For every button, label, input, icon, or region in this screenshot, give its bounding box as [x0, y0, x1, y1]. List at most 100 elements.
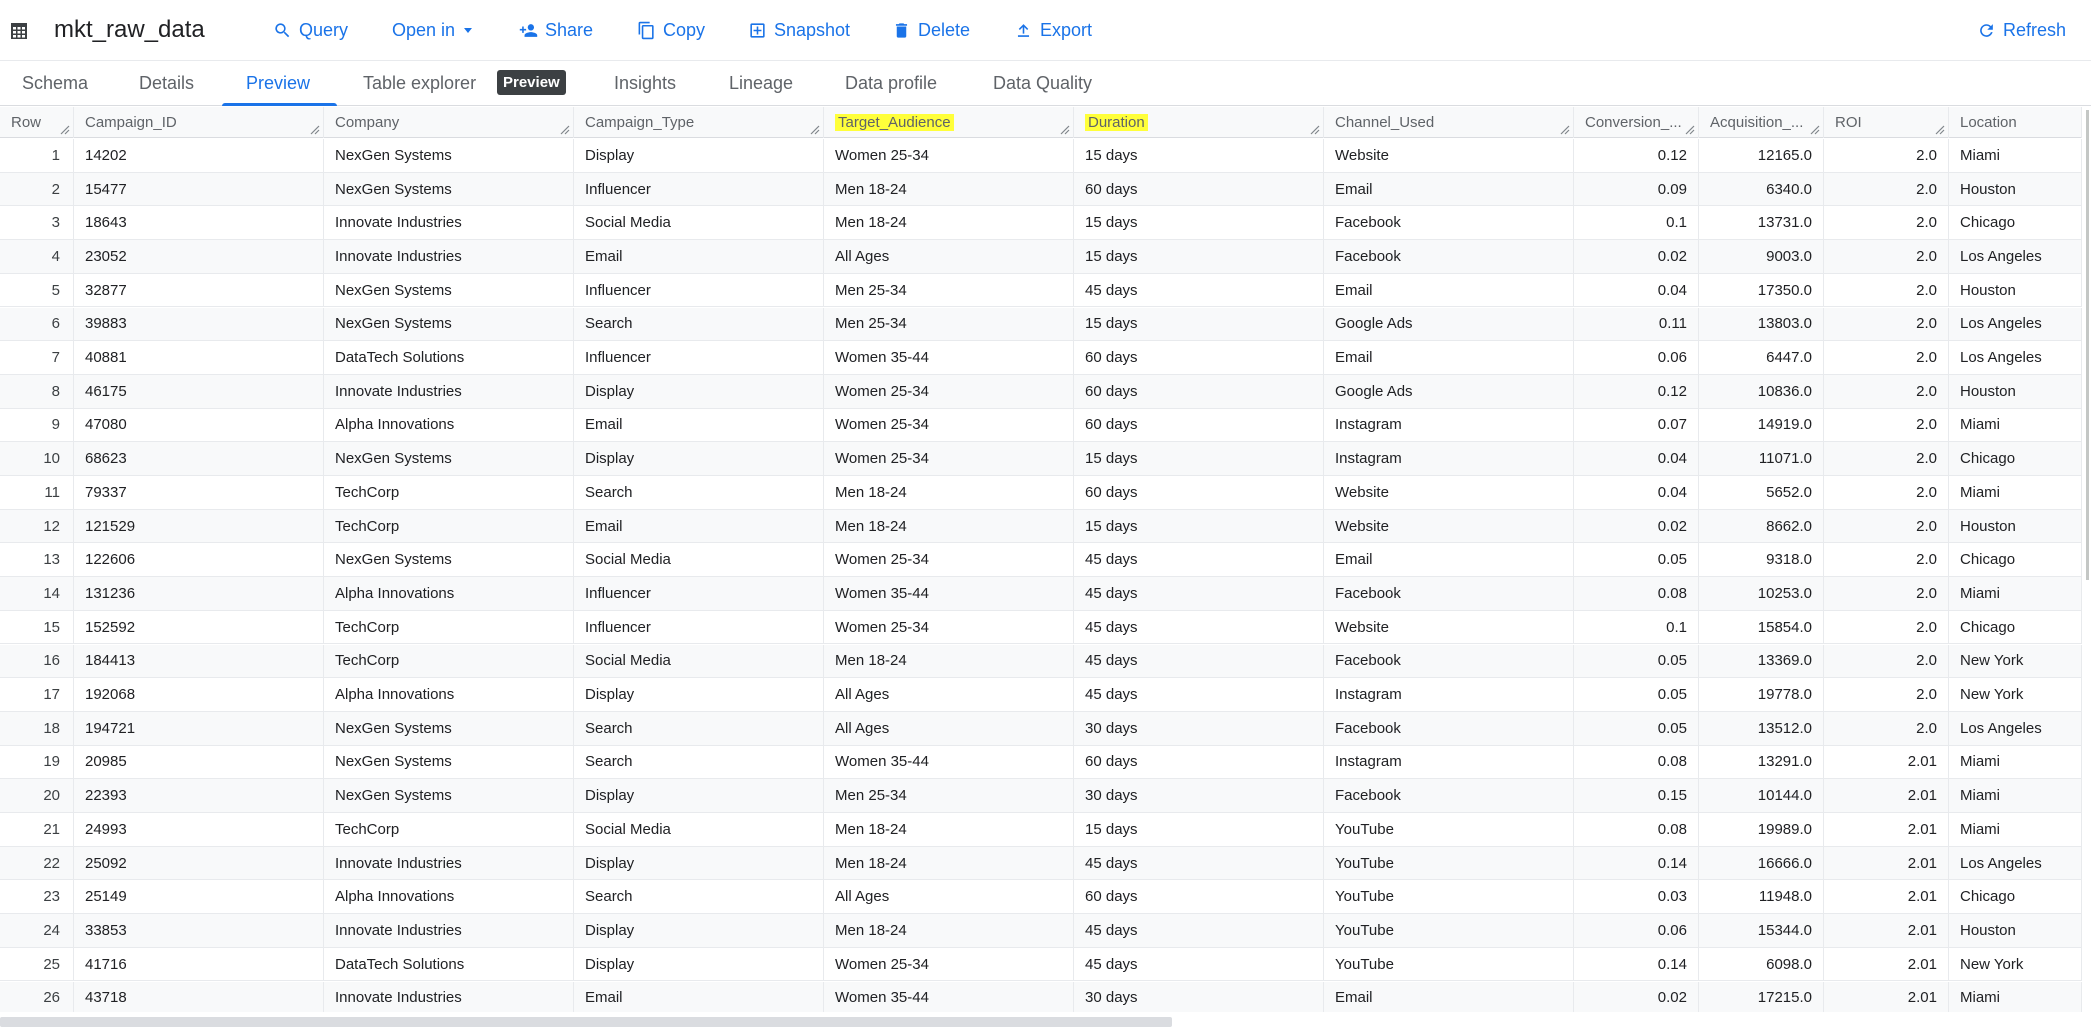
cell-channel-used[interactable]: Email	[1324, 981, 1574, 1012]
cell-roi[interactable]: 2.01	[1824, 779, 1949, 812]
column-resize-icon[interactable]	[1685, 125, 1695, 135]
cell-channel-used[interactable]: Facebook	[1324, 644, 1574, 678]
column-resize-icon[interactable]	[310, 125, 320, 135]
cell-duration[interactable]: 15 days	[1074, 206, 1324, 240]
cell-target-audience[interactable]: Men 18-24	[824, 509, 1074, 543]
cell-conversion-rate[interactable]: 0.04	[1574, 442, 1699, 475]
cell-company[interactable]: NexGen Systems	[324, 139, 574, 172]
open-in-button[interactable]: Open in	[392, 17, 474, 43]
table-row[interactable]: 3 18643 Innovate Industries Social Media Men…	[0, 206, 2082, 241]
cell-row-number[interactable]: 5	[0, 273, 74, 307]
cell-duration[interactable]: 30 days	[1074, 981, 1324, 1012]
cell-conversion-rate[interactable]: 0.04	[1574, 476, 1699, 509]
cell-row-number[interactable]: 2	[0, 172, 74, 206]
table-row[interactable]: 6 39883 NexGen Systems Search Men 25-34 15 da…	[0, 307, 2082, 342]
cell-location[interactable]: Miami	[1949, 408, 2082, 442]
cell-campaign-type[interactable]: Display	[574, 139, 824, 172]
cell-channel-used[interactable]: Email	[1324, 341, 1574, 374]
column-resize-icon[interactable]	[1060, 125, 1070, 135]
cell-campaign-type[interactable]: Display	[574, 678, 824, 711]
cell-target-audience[interactable]: Men 18-24	[824, 172, 1074, 206]
header-conversion-rate[interactable]: Conversion_...	[1574, 107, 1699, 138]
cell-company[interactable]: TechCorp	[324, 509, 574, 543]
cell-roi[interactable]: 2.0	[1824, 172, 1949, 206]
table-row[interactable]: 5 32877 NexGen Systems Influencer Men 25-34 4…	[0, 273, 2082, 308]
cell-campaign-type[interactable]: Display	[574, 779, 824, 812]
cell-duration[interactable]: 15 days	[1074, 240, 1324, 273]
cell-target-audience[interactable]: All Ages	[824, 880, 1074, 914]
cell-row-number[interactable]: 20	[0, 779, 74, 812]
table-row[interactable]: 7 40881 DataTech Solutions Influencer Women …	[0, 341, 2082, 375]
cell-company[interactable]: Alpha Innovations	[324, 408, 574, 442]
table-row[interactable]: 19 20985 NexGen Systems Search Women 35-44 60…	[0, 745, 2082, 780]
cell-roi[interactable]: 2.0	[1824, 139, 1949, 172]
cell-location[interactable]: Los Angeles	[1949, 846, 2082, 880]
cell-company[interactable]: Innovate Industries	[324, 374, 574, 408]
column-resize-icon[interactable]	[60, 125, 70, 135]
cell-location[interactable]: Chicago	[1949, 880, 2082, 914]
refresh-button[interactable]: Refresh	[1977, 17, 2066, 43]
cell-conversion-rate[interactable]: 0.14	[1574, 947, 1699, 981]
cell-acquisition-cost[interactable]: 14919.0	[1699, 408, 1824, 442]
table-row[interactable]: 8 46175 Innovate Industries Display Women 25…	[0, 374, 2082, 409]
cell-company[interactable]: Innovate Industries	[324, 206, 574, 240]
cell-campaign-type[interactable]: Search	[574, 476, 824, 509]
cell-conversion-rate[interactable]: 0.02	[1574, 509, 1699, 543]
cell-duration[interactable]: 30 days	[1074, 779, 1324, 812]
cell-campaign-id[interactable]: 47080	[74, 408, 324, 442]
cell-campaign-type[interactable]: Social Media	[574, 644, 824, 678]
cell-roi[interactable]: 2.01	[1824, 880, 1949, 914]
cell-location[interactable]: Chicago	[1949, 543, 2082, 577]
cell-campaign-type[interactable]: Display	[574, 442, 824, 475]
cell-channel-used[interactable]: Email	[1324, 172, 1574, 206]
cell-row-number[interactable]: 16	[0, 644, 74, 678]
cell-roi[interactable]: 2.0	[1824, 509, 1949, 543]
cell-row-number[interactable]: 9	[0, 408, 74, 442]
cell-company[interactable]: Alpha Innovations	[324, 880, 574, 914]
cell-campaign-type[interactable]: Email	[574, 509, 824, 543]
cell-campaign-type[interactable]: Social Media	[574, 543, 824, 577]
cell-duration[interactable]: 15 days	[1074, 813, 1324, 846]
cell-row-number[interactable]: 14	[0, 577, 74, 610]
cell-campaign-type[interactable]: Social Media	[574, 813, 824, 846]
cell-channel-used[interactable]: Instagram	[1324, 745, 1574, 779]
tab-data-profile[interactable]: Data profile	[845, 61, 937, 106]
cell-campaign-id[interactable]: 39883	[74, 307, 324, 341]
cell-campaign-type[interactable]: Email	[574, 408, 824, 442]
cell-channel-used[interactable]: YouTube	[1324, 947, 1574, 981]
cell-campaign-id[interactable]: 32877	[74, 273, 324, 307]
cell-row-number[interactable]: 19	[0, 745, 74, 779]
cell-roi[interactable]: 2.01	[1824, 914, 1949, 947]
cell-duration[interactable]: 45 days	[1074, 610, 1324, 644]
cell-target-audience[interactable]: Women 25-34	[824, 408, 1074, 442]
cell-acquisition-cost[interactable]: 12165.0	[1699, 139, 1824, 172]
cell-channel-used[interactable]: Facebook	[1324, 577, 1574, 610]
cell-roi[interactable]: 2.0	[1824, 240, 1949, 273]
cell-roi[interactable]: 2.01	[1824, 846, 1949, 880]
cell-location[interactable]: New York	[1949, 644, 2082, 678]
cell-duration[interactable]: 15 days	[1074, 307, 1324, 341]
cell-acquisition-cost[interactable]: 19778.0	[1699, 678, 1824, 711]
cell-conversion-rate[interactable]: 0.1	[1574, 206, 1699, 240]
cell-location[interactable]: Chicago	[1949, 206, 2082, 240]
header-campaign-id[interactable]: Campaign_ID	[74, 107, 324, 138]
cell-campaign-type[interactable]: Display	[574, 947, 824, 981]
tab-preview[interactable]: Preview	[246, 61, 310, 106]
cell-channel-used[interactable]: Facebook	[1324, 711, 1574, 745]
cell-roi[interactable]: 2.0	[1824, 476, 1949, 509]
cell-company[interactable]: NexGen Systems	[324, 543, 574, 577]
cell-duration[interactable]: 60 days	[1074, 476, 1324, 509]
cell-acquisition-cost[interactable]: 6098.0	[1699, 947, 1824, 981]
cell-row-number[interactable]: 11	[0, 476, 74, 509]
cell-company[interactable]: NexGen Systems	[324, 779, 574, 812]
cell-campaign-type[interactable]: Influencer	[574, 273, 824, 307]
cell-campaign-id[interactable]: 131236	[74, 577, 324, 610]
table-row[interactable]: 13 122606 NexGen Systems Social Media Women …	[0, 543, 2082, 578]
cell-conversion-rate[interactable]: 0.03	[1574, 880, 1699, 914]
cell-target-audience[interactable]: Women 25-34	[824, 442, 1074, 475]
cell-campaign-id[interactable]: 121529	[74, 509, 324, 543]
tab-lineage[interactable]: Lineage	[729, 61, 793, 106]
table-row[interactable]: 1 14202 NexGen Systems Display Women 25-34 15…	[0, 139, 2082, 173]
cell-target-audience[interactable]: Men 18-24	[824, 846, 1074, 880]
cell-company[interactable]: Innovate Industries	[324, 240, 574, 273]
